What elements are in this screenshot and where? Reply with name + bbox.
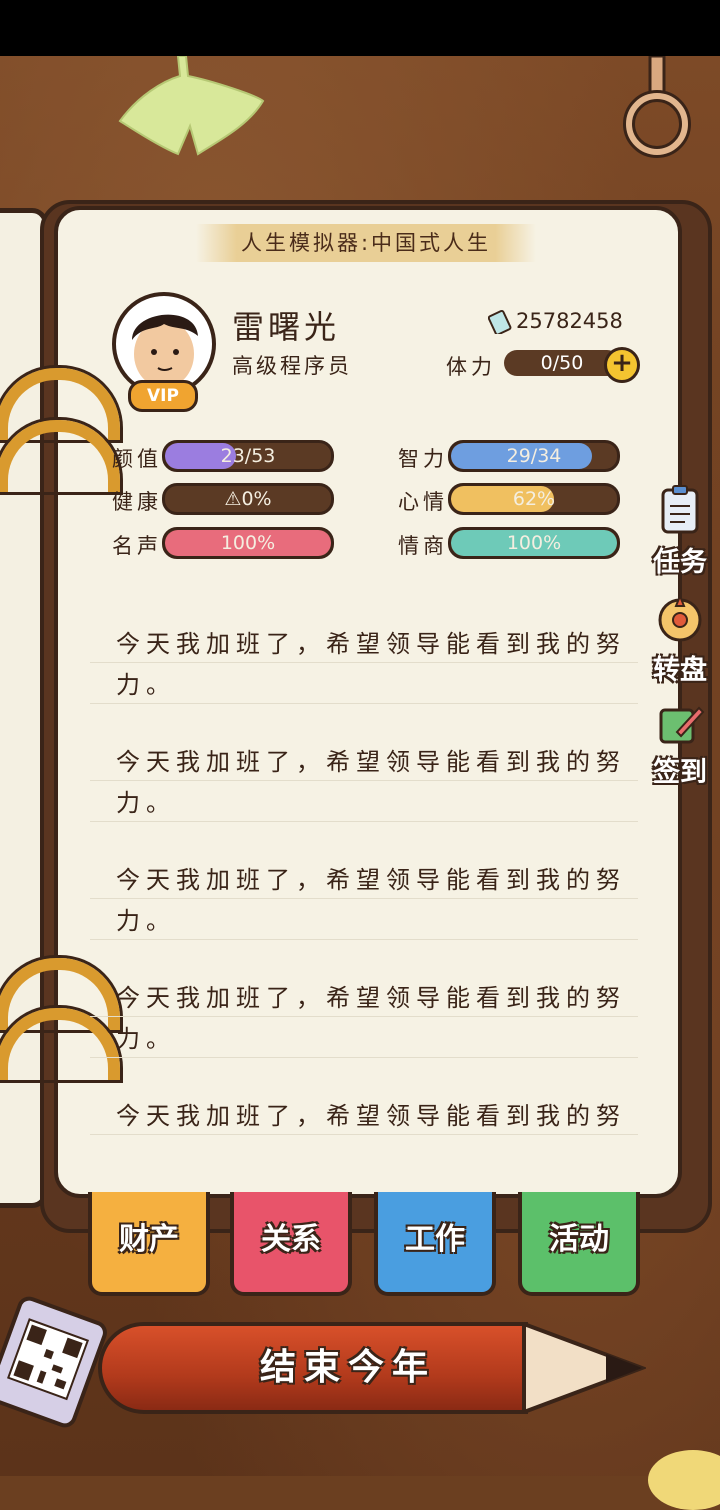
stat-value: 100% bbox=[506, 532, 562, 554]
side-menu-label: 任务 bbox=[653, 547, 707, 578]
log-entry: 今天我加班了，希望领导能看到我的努力。 bbox=[90, 622, 638, 704]
log-entry: 今天我加班了，希望领导能看到我的努力。 bbox=[90, 740, 638, 822]
side-menu-label: 签到 bbox=[653, 757, 707, 788]
add-stamina-button[interactable]: + bbox=[604, 347, 640, 383]
banknote-icon bbox=[488, 309, 512, 334]
tab-property[interactable]: 财产 bbox=[88, 1192, 210, 1296]
stat-label-eq: 情商 bbox=[398, 534, 448, 558]
player-name: 雷曙光 bbox=[232, 308, 341, 346]
money-amount: 25782458 bbox=[516, 309, 623, 333]
tab-relations[interactable]: 关系 bbox=[230, 1192, 352, 1296]
stat-bar-fame: 100% bbox=[162, 527, 334, 559]
ginkgo-leaf-icon bbox=[118, 56, 265, 156]
ring-hook-icon bbox=[623, 56, 691, 158]
stat-label-intelligence: 智力 bbox=[398, 447, 448, 471]
stat-bar-mood: 62% bbox=[448, 483, 620, 515]
stat-bar-health: ⚠0% bbox=[162, 483, 334, 515]
tab-activity[interactable]: 活动 bbox=[518, 1192, 640, 1296]
end-year-label: 结束今年 bbox=[259, 1347, 436, 1388]
stat-label-fame: 名声 bbox=[112, 534, 162, 558]
stat-label-mood: 心情 bbox=[398, 490, 448, 514]
stat-value: ⚠0% bbox=[224, 488, 272, 510]
log-entry: 今天我加班了，希望领导能看到我的努力。 bbox=[90, 858, 638, 940]
side-menu-tasks[interactable]: 任务 bbox=[640, 484, 720, 579]
clipboard-icon bbox=[661, 485, 699, 534]
event-log[interactable]: 今天我加班了，希望领导能看到我的努力。 今天我加班了，希望领导能看到我的努力。 … bbox=[90, 622, 638, 1136]
stat-label-health: 健康 bbox=[112, 490, 162, 514]
stat-value: 100% bbox=[220, 532, 276, 554]
stat-label-looks: 颜值 bbox=[112, 447, 162, 471]
side-menu-wheel[interactable]: 转盘 bbox=[640, 593, 720, 687]
avatar-face-icon bbox=[132, 314, 198, 388]
wheel-icon bbox=[658, 593, 702, 642]
log-entry: 今天我加班了，希望领导能看到我的努力。 bbox=[90, 976, 638, 1058]
side-menu-label: 转盘 bbox=[653, 655, 707, 686]
stat-value: 29/34 bbox=[506, 445, 562, 467]
status-bar bbox=[0, 0, 720, 56]
vip-badge[interactable]: VIP bbox=[128, 380, 198, 412]
checkin-icon bbox=[659, 706, 705, 744]
stamina-bar: 0/50 bbox=[504, 350, 620, 376]
stat-value: 23/53 bbox=[220, 445, 276, 467]
stamina-label: 体力 bbox=[446, 355, 496, 379]
stat-bar-eq: 100% bbox=[448, 527, 620, 559]
corner-decoration bbox=[648, 1450, 720, 1510]
player-job: 高级程序员 bbox=[232, 354, 352, 378]
game-title-banner: 人生模拟器:中国式人生 bbox=[196, 224, 536, 262]
tab-work[interactable]: 工作 bbox=[374, 1192, 496, 1296]
stat-bar-intelligence: 29/34 bbox=[448, 440, 620, 472]
end-year-button[interactable]: 结束今年 bbox=[98, 1322, 646, 1414]
stat-value: 62% bbox=[512, 488, 556, 510]
stat-bar-looks: 23/53 bbox=[162, 440, 334, 472]
pencil-tip-icon bbox=[522, 1322, 646, 1414]
side-menu-checkin[interactable]: 签到 bbox=[640, 702, 720, 789]
log-entry: 今天我加班了，希望领导能看到我的努 bbox=[90, 1094, 638, 1136]
